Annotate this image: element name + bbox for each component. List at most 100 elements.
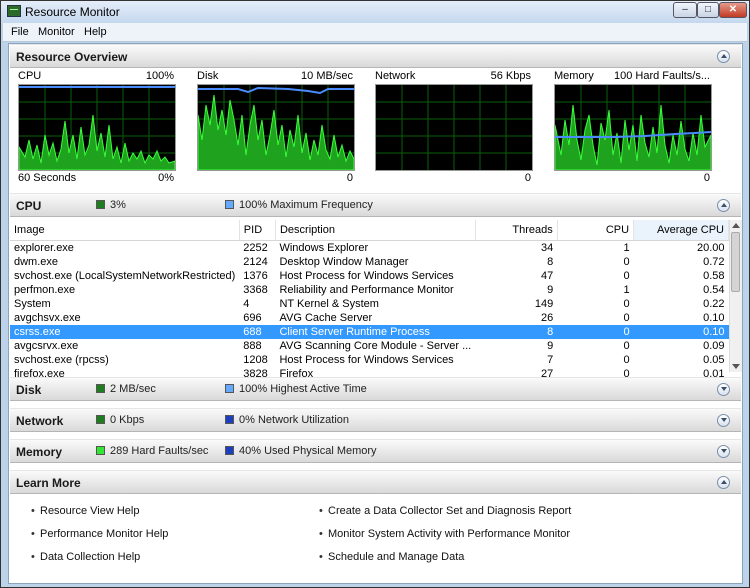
section-memory[interactable]: Memory 289 Hard Faults/sec 40% Used Phys…	[10, 439, 741, 463]
column-description[interactable]: Description	[275, 220, 476, 241]
network-io-stat: 0 Kbps	[110, 414, 145, 426]
table-cell: 149	[534, 298, 554, 310]
column-image[interactable]: Image	[10, 220, 240, 241]
cpu-frequency-stat: 100% Maximum Frequency	[239, 199, 373, 211]
table-row[interactable]: dwm.exe 2124 Desktop Window Manager 8 0 0.72	[10, 255, 729, 269]
graph-min: 0	[703, 172, 710, 184]
cpu-process-table: Image PID Description Threads CPU Averag…	[10, 220, 729, 381]
table-row[interactable]: svchost.exe (LocalSystemNetworkRestricte…	[10, 269, 729, 283]
table-row[interactable]: System 4 NT Kernel & System 149 0 0.22	[10, 297, 729, 311]
chevron-up-icon[interactable]	[717, 476, 730, 489]
memory-graph	[554, 84, 712, 171]
table-cell: perfmon.exe	[14, 284, 76, 296]
table-cell: csrss.exe	[10, 325, 240, 339]
column-average-cpu[interactable]: Average CPU	[633, 220, 729, 241]
column-cpu[interactable]: CPU	[557, 220, 635, 241]
table-cell: Client Server Runtime Process	[275, 325, 476, 339]
table-cell: 0	[623, 340, 630, 352]
table-cell: Host Process for Windows Services	[279, 354, 454, 366]
cpu-graph	[18, 84, 176, 171]
link-resource-view-help[interactable]: Resource View Help	[31, 505, 140, 517]
table-cell: 0	[623, 354, 630, 366]
table-cell: NT Kernel & System	[279, 298, 379, 310]
table-cell: 2124	[243, 256, 268, 268]
table-cell: 20.00	[696, 242, 725, 254]
table-cell: 0.10	[703, 312, 725, 324]
section-title-cpu: CPU	[16, 199, 42, 213]
table-cell: 0	[623, 256, 630, 268]
table-cell: explorer.exe	[14, 242, 74, 254]
section-title-learn-more: Learn More	[16, 476, 81, 490]
graph-label: CPU	[18, 70, 42, 82]
graph-min: 0%	[158, 172, 174, 184]
link-schedule-manage-data[interactable]: Schedule and Manage Data	[319, 551, 464, 563]
table-cell: 888	[243, 340, 262, 352]
table-cell: 0.58	[703, 270, 725, 282]
link-monitor-system-activity[interactable]: Monitor System Activity with Performance…	[319, 528, 570, 540]
table-cell: svchost.exe (LocalSystemNetworkRestricte…	[14, 270, 236, 282]
link-create-data-collector-set[interactable]: Create a Data Collector Set and Diagnosi…	[319, 505, 571, 517]
title-bar[interactable]: Resource Monitor – □ ✕	[1, 1, 749, 23]
table-row[interactable]: avgchsvx.exe 696 AVG Cache Server 26 0 0.10	[10, 311, 729, 325]
table-header: Image PID Description Threads CPU Averag…	[10, 220, 729, 241]
table-row[interactable]: perfmon.exe 3368 Reliability and Performan…	[10, 283, 729, 297]
window-title: Resource Monitor	[25, 5, 120, 19]
table-cell: 1208	[243, 354, 268, 366]
chevron-up-icon[interactable]	[717, 199, 730, 212]
table-row[interactable]: csrss.exe 688 Client Server Runtime Proces…	[10, 325, 729, 339]
graph-time-span: 60 Seconds	[18, 172, 77, 184]
table-cell: 47	[540, 270, 554, 282]
graph-scale: 100 Hard Faults/s...	[614, 70, 710, 82]
table-row[interactable]: svchost.exe (rpcss) 1208 Host Process for …	[10, 353, 729, 367]
table-cell: Desktop Window Manager	[279, 256, 409, 268]
section-title-overview: Resource Overview	[16, 50, 128, 64]
network-graph-panel: Network 56 Kbps 0	[375, 68, 533, 188]
cpu-usage-stat: 3%	[110, 199, 126, 211]
menu-file[interactable]: File	[11, 26, 29, 38]
table-cell: svchost.exe (rpcss)	[14, 354, 109, 366]
chevron-down-icon[interactable]	[717, 414, 730, 427]
graph-min: 0	[524, 172, 531, 184]
memory-faults-legend-swatch	[96, 446, 105, 455]
disk-graph-panel: Disk 10 MB/sec 0	[197, 68, 355, 188]
disk-io-legend-swatch	[96, 384, 105, 393]
table-scrollbar[interactable]	[729, 220, 742, 372]
disk-graph	[197, 84, 355, 171]
section-cpu[interactable]: CPU 3% 100% Maximum Frequency	[10, 193, 741, 217]
table-cell: 26	[540, 312, 554, 324]
column-threads[interactable]: Threads	[475, 220, 558, 241]
table-cell: AVG Scanning Core Module - Server ...	[279, 340, 472, 352]
scroll-thumb[interactable]	[731, 232, 740, 292]
chevron-down-icon[interactable]	[717, 445, 730, 458]
section-disk[interactable]: Disk 2 MB/sec 100% Highest Active Time	[10, 377, 741, 401]
scroll-up-arrow[interactable]	[732, 223, 740, 228]
table-row[interactable]: explorer.exe 2252 Windows Explorer 34 1 20.00	[10, 241, 729, 256]
menu-help[interactable]: Help	[84, 26, 107, 38]
scroll-down-arrow[interactable]	[732, 364, 740, 369]
table-row[interactable]: avgcsrvx.exe 888 AVG Scanning Core Module …	[10, 339, 729, 353]
section-resource-overview[interactable]: Resource Overview	[10, 44, 741, 68]
table-cell: 9	[547, 340, 554, 352]
column-pid[interactable]: PID	[239, 220, 276, 241]
section-title-memory: Memory	[16, 445, 63, 459]
maximize-button[interactable]: □	[697, 2, 719, 18]
chevron-up-icon[interactable]	[717, 50, 730, 63]
menu-monitor[interactable]: Monitor	[38, 26, 75, 38]
close-button[interactable]: ✕	[719, 2, 747, 18]
link-performance-monitor-help[interactable]: Performance Monitor Help	[31, 528, 168, 540]
section-title-disk: Disk	[16, 383, 42, 397]
link-data-collection-help[interactable]: Data Collection Help	[31, 551, 140, 563]
memory-faults-stat: 289 Hard Faults/sec	[110, 445, 209, 457]
disk-io-stat: 2 MB/sec	[110, 383, 156, 395]
table-cell: Windows Explorer	[279, 242, 369, 254]
graph-label: Disk	[197, 70, 219, 82]
chevron-down-icon[interactable]	[717, 383, 730, 396]
table-cell: 0	[557, 325, 634, 339]
section-network[interactable]: Network 0 Kbps 0% Network Utilization	[10, 408, 741, 432]
cpu-frequency-legend-swatch	[225, 200, 234, 209]
table-cell: avgchsvx.exe	[14, 312, 81, 324]
table-cell: 0.05	[703, 354, 725, 366]
minimize-button[interactable]: –	[673, 2, 697, 18]
section-learn-more[interactable]: Learn More	[10, 470, 741, 494]
graph-scale: 100%	[145, 70, 174, 82]
